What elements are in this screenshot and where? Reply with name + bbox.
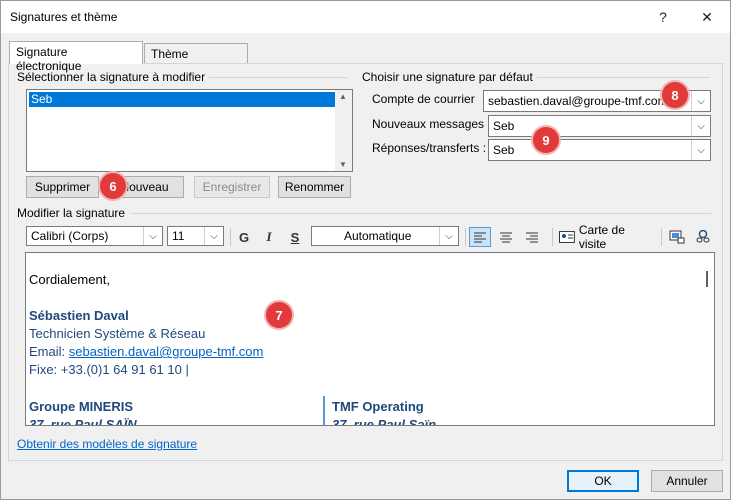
- replies-label: Réponses/transferts :: [372, 141, 487, 155]
- font-value: Calibri (Corps): [31, 229, 109, 243]
- help-button[interactable]: ?: [641, 1, 685, 33]
- signature-email-line: Email: sebastien.daval@groupe-tmf.com: [29, 344, 263, 359]
- chevron-down-icon[interactable]: ⌵: [692, 140, 710, 160]
- list-scrollbar[interactable]: ▲ ▼: [335, 90, 352, 171]
- size-select[interactable]: 11 ⌵: [167, 226, 224, 246]
- replies-select[interactable]: Seb ⌵: [488, 139, 711, 161]
- underline-button[interactable]: S: [287, 227, 303, 247]
- size-value: 11: [172, 229, 185, 243]
- scroll-down-icon[interactable]: ▼: [339, 160, 347, 169]
- signatures-dialog: Signatures et thème ? ✕ Signature électr…: [0, 0, 731, 500]
- insert-link-icon[interactable]: [693, 227, 713, 247]
- signature-company-2: TMF Operating: [332, 399, 424, 414]
- annotation-marker-9: 9: [533, 127, 559, 153]
- signature-address-1: 37, rue Paul SAÏN: [29, 417, 137, 426]
- divider: [532, 77, 710, 78]
- editor-scrollbar[interactable]: [706, 271, 708, 287]
- signature-templates-link[interactable]: Obtenir des modèles de signature: [17, 437, 197, 451]
- ok-button[interactable]: OK: [567, 470, 639, 492]
- tab-signature[interactable]: Signature électronique: [9, 41, 143, 73]
- align-center-icon[interactable]: [495, 227, 517, 247]
- divider: [131, 213, 711, 214]
- replies-value: Seb: [493, 143, 515, 157]
- align-right-icon[interactable]: [521, 227, 543, 247]
- window-title: Signatures et thème: [10, 10, 118, 24]
- signature-company-1: Groupe MINERIS: [29, 399, 134, 414]
- delete-button[interactable]: Supprimer: [26, 176, 99, 198]
- business-card-icon: [559, 231, 575, 243]
- default-signature-label: Choisir une signature par défaut: [362, 70, 537, 84]
- list-item[interactable]: Seb: [29, 92, 335, 107]
- toolbar-separator: [552, 228, 553, 246]
- color-value: Automatique: [344, 229, 412, 243]
- rename-button[interactable]: Renommer: [278, 176, 351, 198]
- toolbar-separator: [465, 228, 466, 246]
- new-messages-label: Nouveaux messages :: [372, 117, 491, 131]
- tab-signature-label: Signature électronique: [16, 45, 82, 73]
- close-button[interactable]: ✕: [685, 1, 729, 33]
- signature-greeting: Cordialement,: [29, 272, 110, 287]
- italic-button[interactable]: I: [261, 227, 277, 247]
- color-select[interactable]: Automatique ⌵: [311, 226, 459, 246]
- signature-address-2: 37, rue Paul Saïn: [332, 417, 437, 426]
- column-divider: [323, 396, 325, 425]
- insert-picture-icon[interactable]: [667, 227, 687, 247]
- new-messages-value: Seb: [493, 119, 515, 133]
- chevron-down-icon[interactable]: ⌵: [205, 227, 223, 245]
- save-button[interactable]: Enregistrer: [194, 176, 270, 198]
- signature-list[interactable]: Seb ▲ ▼: [26, 89, 353, 172]
- signature-role: Technicien Système & Réseau: [29, 326, 206, 341]
- business-card-button[interactable]: Carte de visite: [559, 223, 655, 251]
- signature-email-label: Email:: [29, 344, 69, 359]
- edit-signature-label: Modifier la signature: [17, 206, 130, 220]
- account-value: sebastien.daval@groupe-tmf.com: [488, 94, 668, 108]
- account-label: Compte de courrier: [372, 92, 475, 106]
- signature-email-link[interactable]: sebastien.daval@groupe-tmf.com: [69, 344, 264, 359]
- annotation-marker-7: 7: [266, 302, 292, 328]
- font-select[interactable]: Calibri (Corps) ⌵: [26, 226, 163, 246]
- business-card-label: Carte de visite: [578, 223, 625, 251]
- bold-button[interactable]: G: [236, 227, 252, 247]
- chevron-down-icon[interactable]: ⌵: [144, 227, 162, 245]
- signature-editor[interactable]: Cordialement, Sébastien Daval Technicien…: [25, 252, 715, 426]
- title-bar: Signatures et thème ? ✕: [1, 1, 730, 33]
- chevron-down-icon[interactable]: ⌵: [440, 227, 458, 245]
- toolbar-separator: [230, 228, 231, 246]
- new-messages-select[interactable]: Seb ⌵: [488, 115, 711, 137]
- toolbar-separator: [661, 228, 662, 246]
- signature-name: Sébastien Daval: [29, 308, 129, 323]
- tab-theme[interactable]: Thème personnel: [144, 43, 248, 75]
- cancel-button[interactable]: Annuler: [651, 470, 723, 492]
- divider: [206, 77, 348, 78]
- scroll-up-icon[interactable]: ▲: [339, 92, 347, 101]
- chevron-down-icon[interactable]: ⌵: [692, 91, 710, 111]
- align-left-icon[interactable]: [469, 227, 491, 247]
- chevron-down-icon[interactable]: ⌵: [692, 116, 710, 136]
- annotation-marker-8: 8: [662, 82, 688, 108]
- signature-phone: Fixe: +33.(0)1 64 91 61 10 |: [29, 362, 189, 377]
- annotation-marker-6: 6: [100, 173, 126, 199]
